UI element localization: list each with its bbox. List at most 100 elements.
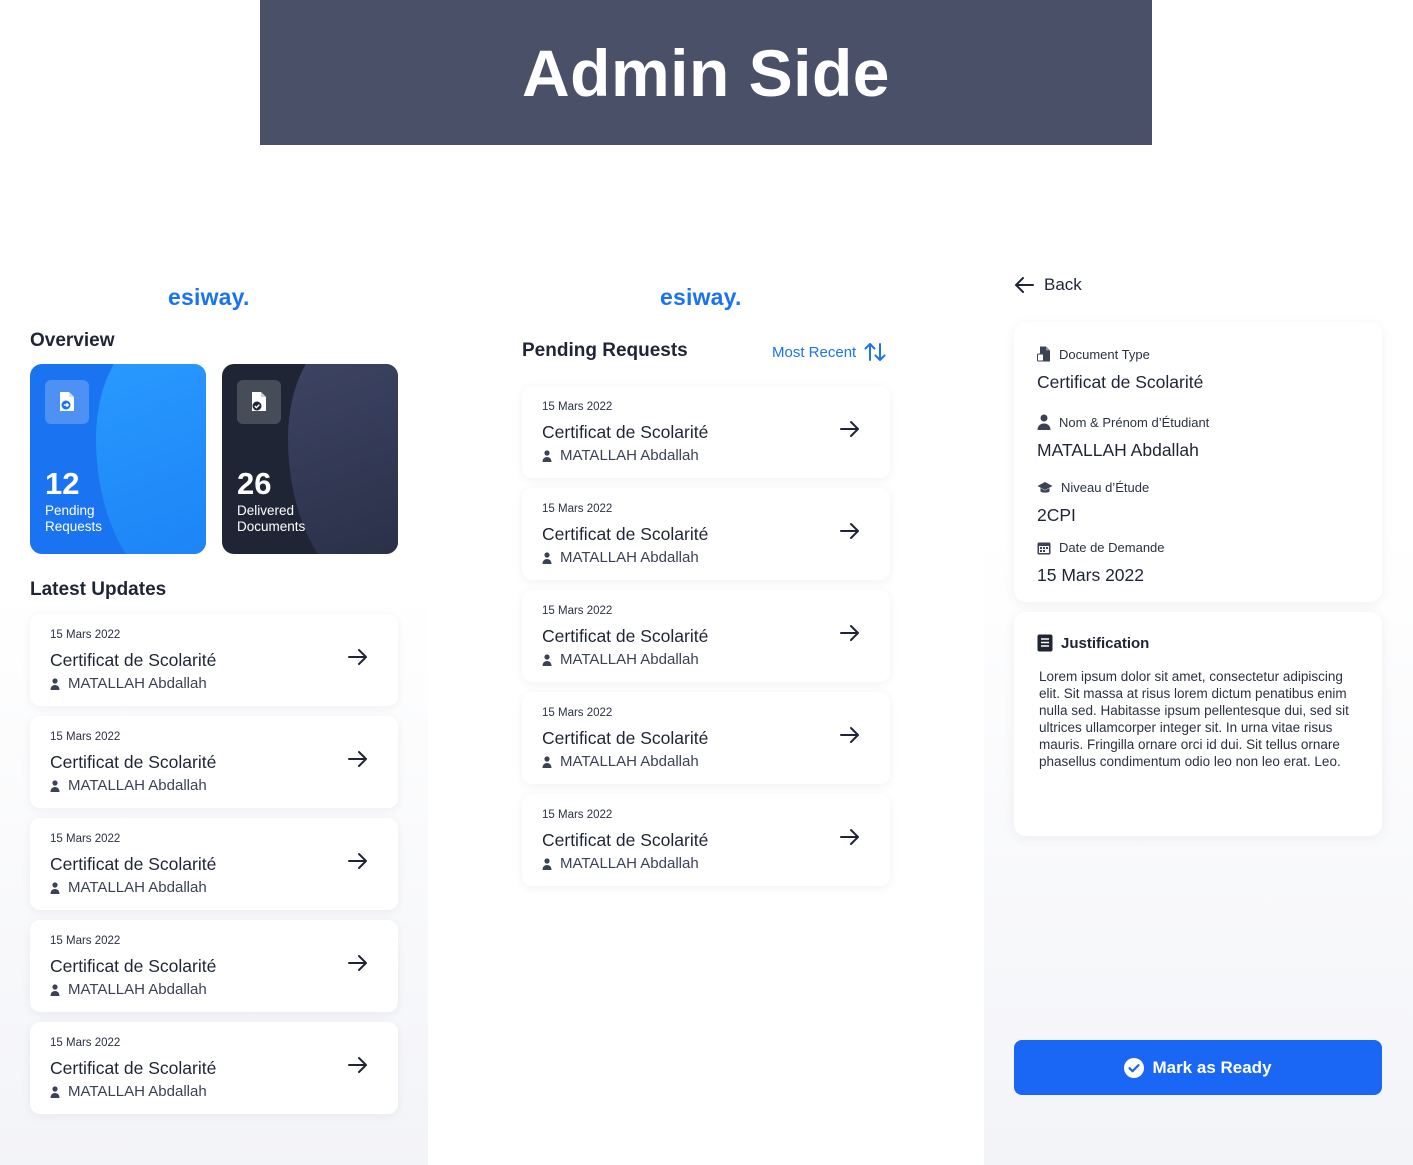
arrow-right-icon[interactable] xyxy=(840,624,860,642)
request-detail-screen: Back Document Type Certificat de Scolari… xyxy=(984,230,1413,1165)
arrow-right-icon[interactable] xyxy=(840,420,860,438)
justification-card: Justification Lorem ipsum dolor sit amet… xyxy=(1014,612,1382,836)
request-title: Certificat de Scolarité xyxy=(50,650,217,670)
request-date: 15 Mars 2022 xyxy=(542,605,613,617)
request-date: 15 Mars 2022 xyxy=(542,707,613,719)
overview-title: Overview xyxy=(30,330,115,351)
brand-logo: esiway. xyxy=(168,284,250,310)
arrow-left-icon xyxy=(1014,276,1034,294)
request-info-card: Document Type Certificat de Scolarité No… xyxy=(1014,322,1382,602)
document-lines-icon xyxy=(1037,634,1053,652)
arrow-right-icon[interactable] xyxy=(348,750,368,768)
mark-as-ready-label: Mark as Ready xyxy=(1152,1057,1272,1077)
request-date-field: Date de Demande 15 Mars 2022 xyxy=(1037,540,1165,585)
request-title: Certificat de Scolarité xyxy=(542,830,709,850)
user-icon xyxy=(542,449,552,462)
request-date: 15 Mars 2022 xyxy=(50,833,121,845)
delivered-count: 26 xyxy=(237,466,272,501)
arrow-right-icon[interactable] xyxy=(348,1056,368,1074)
request-title: Certificat de Scolarité xyxy=(542,524,709,544)
student-name: MATALLAH Abdallah xyxy=(560,855,699,872)
student-name: MATALLAH Abdallah xyxy=(560,447,699,464)
request-title: Certificat de Scolarité xyxy=(542,422,709,442)
list-item[interactable]: 15 Mars 2022 Certificat de Scolarité MAT… xyxy=(522,692,890,784)
back-button[interactable]: Back xyxy=(1014,275,1082,295)
list-item[interactable]: 15 Mars 2022 Certificat de Scolarité MAT… xyxy=(30,1022,398,1114)
student-name-value: MATALLAH Abdallah xyxy=(1037,440,1199,460)
user-icon xyxy=(50,983,60,996)
user-icon xyxy=(542,755,552,768)
request-date: 15 Mars 2022 xyxy=(542,809,613,821)
request-title: Certificat de Scolarité xyxy=(542,728,709,748)
arrow-right-icon[interactable] xyxy=(348,954,368,972)
sort-button[interactable]: Most Recent xyxy=(772,342,886,362)
user-icon xyxy=(50,881,60,894)
user-icon xyxy=(50,677,60,690)
student-name: MATALLAH Abdallah xyxy=(68,675,207,692)
request-date: 15 Mars 2022 xyxy=(50,731,121,743)
student-name: MATALLAH Abdallah xyxy=(68,981,207,998)
justification-title: Justification xyxy=(1037,634,1149,652)
banner-title: Admin Side xyxy=(521,35,891,110)
study-level-value: 2CPI xyxy=(1037,505,1076,525)
student-name: MATALLAH Abdallah xyxy=(560,753,699,770)
list-item[interactable]: 15 Mars 2022 Certificat de Scolarité MAT… xyxy=(522,590,890,682)
user-icon xyxy=(50,1085,60,1098)
user-icon xyxy=(542,551,552,564)
arrow-right-icon[interactable] xyxy=(348,648,368,666)
request-date: 15 Mars 2022 xyxy=(50,629,121,641)
list-item[interactable]: 15 Mars 2022 Certificat de Scolarité MAT… xyxy=(522,386,890,478)
list-item[interactable]: 15 Mars 2022 Certificat de Scolarité MAT… xyxy=(30,920,398,1012)
pending-count: 12 xyxy=(45,466,80,501)
page-banner: Admin Side xyxy=(260,0,1152,145)
request-date-value: 15 Mars 2022 xyxy=(1037,565,1145,585)
request-title: Certificat de Scolarité xyxy=(50,1058,217,1078)
arrow-right-icon[interactable] xyxy=(840,726,860,744)
request-title: Certificat de Scolarité xyxy=(50,854,217,874)
request-date: 15 Mars 2022 xyxy=(50,1037,121,1049)
arrow-right-icon[interactable] xyxy=(840,828,860,846)
dashboard-screen: esiway. Overview 12 Pending Requests 26 … xyxy=(0,230,428,1165)
pending-requests-screen: esiway. Pending Requests Most Recent 15 … xyxy=(428,230,984,1165)
request-title: Certificat de Scolarité xyxy=(542,626,709,646)
pending-requests-card[interactable]: 12 Pending Requests xyxy=(30,364,206,554)
delivered-documents-card[interactable]: 26 Delivered Documents xyxy=(222,364,398,554)
sort-arrows-icon xyxy=(864,342,886,362)
request-date: 15 Mars 2022 xyxy=(50,935,121,947)
back-label: Back xyxy=(1044,275,1082,294)
request-title: Certificat de Scolarité xyxy=(50,956,217,976)
student-name: MATALLAH Abdallah xyxy=(68,1083,207,1100)
document-icon xyxy=(1037,346,1051,362)
user-icon xyxy=(50,779,60,792)
user-icon xyxy=(542,653,552,666)
study-level-field: Niveau d’Étude 2CPI xyxy=(1037,480,1150,525)
student-name: MATALLAH Abdallah xyxy=(560,549,699,566)
document-check-icon xyxy=(237,380,281,424)
request-title: Certificat de Scolarité xyxy=(50,752,217,772)
request-date: 15 Mars 2022 xyxy=(542,401,613,413)
document-arrow-icon xyxy=(45,380,89,424)
list-item[interactable]: 15 Mars 2022 Certificat de Scolarité MAT… xyxy=(30,716,398,808)
document-type-field: Document Type Certificat de Scolarité xyxy=(1037,346,1204,392)
list-item[interactable]: 15 Mars 2022 Certificat de Scolarité MAT… xyxy=(30,614,398,706)
pending-label: Pending Requests xyxy=(45,503,103,534)
pending-requests-title: Pending Requests xyxy=(522,340,688,361)
brand-logo: esiway. xyxy=(660,284,742,310)
document-type-value: Certificat de Scolarité xyxy=(1037,372,1204,392)
student-name: MATALLAH Abdallah xyxy=(68,777,207,794)
graduation-cap-icon xyxy=(1037,481,1053,495)
check-circle-icon xyxy=(1124,1057,1145,1078)
list-item[interactable]: 15 Mars 2022 Certificat de Scolarité MAT… xyxy=(522,794,890,886)
request-date: 15 Mars 2022 xyxy=(542,503,613,515)
user-icon xyxy=(1037,414,1051,430)
student-name: MATALLAH Abdallah xyxy=(560,651,699,668)
mark-as-ready-button[interactable]: Mark as Ready xyxy=(1014,1040,1382,1095)
student-name: MATALLAH Abdallah xyxy=(68,879,207,896)
list-item[interactable]: 15 Mars 2022 Certificat de Scolarité MAT… xyxy=(30,818,398,910)
latest-updates-title: Latest Updates xyxy=(30,579,167,600)
calendar-icon xyxy=(1037,541,1051,555)
arrow-right-icon[interactable] xyxy=(348,852,368,870)
sort-label: Most Recent xyxy=(772,343,857,361)
list-item[interactable]: 15 Mars 2022 Certificat de Scolarité MAT… xyxy=(522,488,890,580)
arrow-right-icon[interactable] xyxy=(840,522,860,540)
